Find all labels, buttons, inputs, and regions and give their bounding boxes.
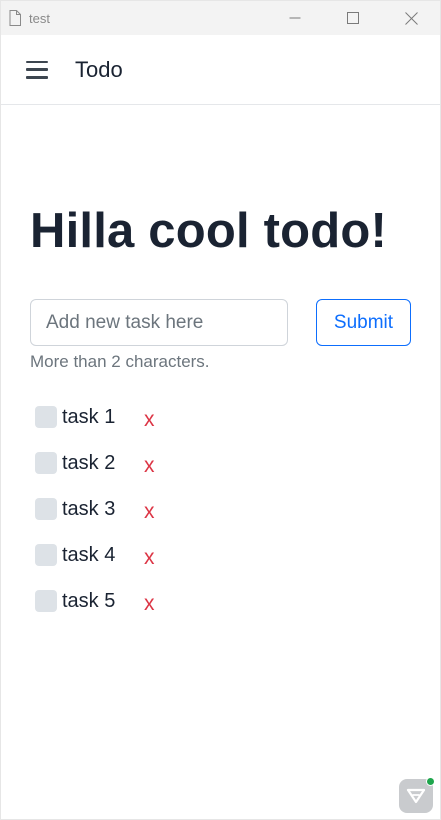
hamburger-bar (26, 68, 48, 71)
main-content: Hilla cool todo! Submit More than 2 char… (1, 201, 440, 624)
delete-task-button[interactable]: x (144, 497, 155, 522)
file-icon (9, 10, 21, 26)
new-task-input[interactable] (30, 299, 288, 346)
hamburger-bar (26, 60, 48, 63)
online-status-dot (426, 777, 435, 786)
hamburger-menu-icon[interactable] (26, 60, 48, 79)
task-label: task 3 (62, 497, 116, 520)
page-heading: Hilla cool todo! (30, 204, 388, 258)
delete-task-button[interactable]: x (144, 543, 155, 568)
close-button[interactable] (382, 1, 440, 35)
task-label: task 2 (62, 451, 116, 474)
task-checkbox[interactable] (35, 498, 57, 520)
delete-task-button[interactable]: x (144, 405, 155, 430)
hamburger-bar (26, 76, 48, 79)
close-icon (404, 11, 418, 25)
minimize-icon (289, 17, 301, 19)
submit-button[interactable]: Submit (316, 299, 411, 346)
maximize-icon (347, 12, 359, 24)
task-checkbox[interactable] (35, 590, 57, 612)
task-checkbox[interactable] (35, 544, 57, 566)
task-item: task 5 x (30, 578, 411, 624)
app-title: Todo (75, 56, 123, 82)
delete-task-button[interactable]: x (144, 451, 155, 476)
minimize-button[interactable] (266, 1, 324, 35)
task-label: task 1 (62, 405, 116, 428)
task-checkbox[interactable] (35, 406, 57, 428)
window-controls (266, 1, 440, 35)
dev-tools-icon (406, 788, 426, 804)
task-label: task 4 (62, 543, 116, 566)
task-item: task 4 x (30, 532, 411, 578)
input-hint: More than 2 characters. (30, 352, 210, 371)
window-title: test (29, 10, 50, 26)
delete-task-button[interactable]: x (144, 589, 155, 614)
task-item: task 3 x (30, 486, 411, 532)
app-window: test Todo Hilla cool todo! Add new task … (0, 0, 441, 820)
window-titlebar[interactable]: test (1, 1, 440, 35)
maximize-button[interactable] (324, 1, 382, 35)
task-item: task 1 x (30, 394, 411, 440)
task-list: task 1 x task 2 x task 3 x task 4 x task… (30, 394, 411, 624)
app-header: Todo (1, 35, 440, 105)
dev-tools-button[interactable] (399, 777, 435, 813)
task-item: task 2 x (30, 440, 411, 486)
add-task-form: Submit (30, 299, 411, 346)
task-checkbox[interactable] (35, 452, 57, 474)
task-label: task 5 (62, 589, 116, 612)
